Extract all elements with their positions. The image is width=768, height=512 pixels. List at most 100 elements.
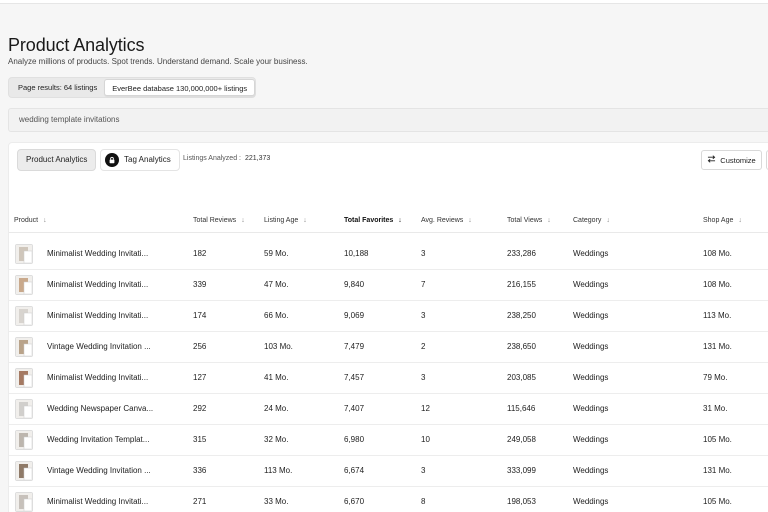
listing-age-cell: 33 Mo. xyxy=(264,497,289,506)
product-name-cell[interactable]: Minimalist Wedding Invitati... xyxy=(47,497,148,506)
col-total-views[interactable]: Total Views ↓ xyxy=(507,217,551,224)
col-product[interactable]: Product ↓ xyxy=(14,217,47,224)
category-cell: Weddings xyxy=(573,280,609,289)
sort-arrow-icon: ↓ xyxy=(468,217,472,224)
avg-reviews-cell: 2 xyxy=(421,342,426,351)
total-favorites-cell: 9,069 xyxy=(344,311,365,320)
total-views-cell: 115,646 xyxy=(507,404,536,413)
product-thumbnail[interactable] xyxy=(15,430,33,450)
table-row[interactable]: Minimalist Wedding Invitati... 127 41 Mo. 7… xyxy=(9,363,768,394)
category-cell: Weddings xyxy=(573,435,609,444)
product-name-cell[interactable]: Minimalist Wedding Invitati... xyxy=(47,280,148,289)
product-thumbnail[interactable] xyxy=(15,461,33,481)
category-cell: Weddings xyxy=(573,466,609,475)
sort-arrow-icon: ↓ xyxy=(241,217,245,224)
total-favorites-cell: 6,980 xyxy=(344,435,365,444)
product-thumbnail[interactable] xyxy=(15,275,33,295)
total-views-cell: 198,053 xyxy=(507,497,536,506)
col-avg-reviews[interactable]: Avg. Reviews ↓ xyxy=(421,217,472,224)
avg-reviews-cell: 8 xyxy=(421,497,426,506)
total-favorites-cell: 7,479 xyxy=(344,342,365,351)
results-mode-toggle: Page results: 64 listings EverBee databa… xyxy=(8,77,256,98)
table-row[interactable]: Minimalist Wedding Invitati... 271 33 Mo. 6… xyxy=(9,487,768,512)
tab-tag-analytics[interactable]: Tag Analytics xyxy=(100,149,180,171)
listings-analyzed: Listings Analyzed :221,373 xyxy=(183,155,270,162)
total-views-cell: 238,650 xyxy=(507,342,536,351)
product-name-cell[interactable]: Minimalist Wedding Invitati... xyxy=(47,373,148,382)
col-category[interactable]: Category ↓ xyxy=(573,217,610,224)
product-name-cell[interactable]: Minimalist Wedding Invitati... xyxy=(47,311,148,320)
total-favorites-cell: 9,840 xyxy=(344,280,365,289)
sort-arrow-icon: ↓ xyxy=(43,217,47,224)
listings-analyzed-label: Listings Analyzed : xyxy=(183,155,241,162)
product-thumbnail[interactable] xyxy=(15,492,33,512)
category-cell: Weddings xyxy=(573,404,609,413)
listing-age-cell: 66 Mo. xyxy=(264,311,289,320)
shop-age-cell: 108 Mo. xyxy=(703,249,732,258)
category-cell: Weddings xyxy=(573,311,609,320)
product-thumbnail[interactable] xyxy=(15,399,33,419)
category-cell: Weddings xyxy=(573,497,609,506)
table-row[interactable]: Wedding Invitation Templat... 315 32 Mo. 6,… xyxy=(9,425,768,456)
total-reviews-cell: 127 xyxy=(193,373,207,382)
shop-age-cell: 113 Mo. xyxy=(703,311,732,320)
table-header: Product ↓ Total Reviews ↓ Listing Age ↓ Tot… xyxy=(9,213,768,233)
product-name-cell[interactable]: Vintage Wedding Invitation ... xyxy=(47,342,151,351)
table-row[interactable]: Minimalist Wedding Invitati... 182 59 Mo. 1… xyxy=(9,239,768,270)
search-input[interactable]: wedding template invitations xyxy=(8,108,768,132)
sort-arrow-icon: ↓ xyxy=(606,217,610,224)
col-total-favorites[interactable]: Total Favorites ↓ xyxy=(344,217,402,224)
listing-age-cell: 59 Mo. xyxy=(264,249,289,258)
total-views-cell: 216,155 xyxy=(507,280,536,289)
total-views-cell: 203,085 xyxy=(507,373,536,382)
tab-tag-analytics-label: Tag Analytics xyxy=(124,155,171,164)
total-reviews-cell: 339 xyxy=(193,280,207,289)
avg-reviews-cell: 12 xyxy=(421,404,430,413)
category-cell: Weddings xyxy=(573,373,609,382)
sort-arrow-icon: ↓ xyxy=(738,217,742,224)
table-row[interactable]: Minimalist Wedding Invitati... 339 47 Mo. 9… xyxy=(9,270,768,301)
sort-arrow-icon: ↓ xyxy=(398,217,402,224)
page-subtitle: Analyze millions of products. Spot trend… xyxy=(8,57,308,66)
customize-button[interactable]: Customize xyxy=(701,150,762,170)
tab-product-analytics[interactable]: Product Analytics xyxy=(17,149,97,171)
total-reviews-cell: 256 xyxy=(193,342,207,351)
total-reviews-cell: 336 xyxy=(193,466,207,475)
table-row[interactable]: Vintage Wedding Invitation ... 336 113 Mo.… xyxy=(9,456,768,487)
everbee-database-button[interactable]: EverBee database 130,000,000+ listings xyxy=(104,79,256,96)
col-shop-age[interactable]: Shop Age ↓ xyxy=(703,217,742,224)
total-favorites-cell: 6,670 xyxy=(344,497,365,506)
product-name-cell[interactable]: Vintage Wedding Invitation ... xyxy=(47,466,151,475)
product-name-cell[interactable]: Wedding Invitation Templat... xyxy=(47,435,149,444)
product-thumbnail[interactable] xyxy=(15,244,33,264)
total-favorites-cell: 7,457 xyxy=(344,373,365,382)
shop-age-cell: 105 Mo. xyxy=(703,497,732,506)
total-views-cell: 249,058 xyxy=(507,435,536,444)
total-reviews-cell: 292 xyxy=(193,404,207,413)
table-row[interactable]: Vintage Wedding Invitation ... 256 103 Mo.… xyxy=(9,332,768,363)
shop-age-cell: 79 Mo. xyxy=(703,373,728,382)
category-cell: Weddings xyxy=(573,249,609,258)
product-name-cell[interactable]: Wedding Newspaper Canva... xyxy=(47,404,153,413)
shop-age-cell: 105 Mo. xyxy=(703,435,732,444)
shop-age-cell: 108 Mo. xyxy=(703,280,732,289)
product-thumbnail[interactable] xyxy=(15,337,33,357)
product-name-cell[interactable]: Minimalist Wedding Invitati... xyxy=(47,249,148,258)
category-cell: Weddings xyxy=(573,342,609,351)
col-listing-age[interactable]: Listing Age ↓ xyxy=(264,217,307,224)
table-row[interactable]: Wedding Newspaper Canva... 292 24 Mo. 7,407… xyxy=(9,394,768,425)
product-thumbnail[interactable] xyxy=(15,368,33,388)
product-thumbnail[interactable] xyxy=(15,306,33,326)
col-total-reviews[interactable]: Total Reviews ↓ xyxy=(193,217,245,224)
avg-reviews-cell: 3 xyxy=(421,311,426,320)
total-views-cell: 238,250 xyxy=(507,311,536,320)
listing-age-cell: 24 Mo. xyxy=(264,404,289,413)
top-bar xyxy=(0,0,768,4)
listing-age-cell: 47 Mo. xyxy=(264,280,289,289)
avg-reviews-cell: 3 xyxy=(421,249,426,258)
total-views-cell: 233,286 xyxy=(507,249,536,258)
total-reviews-cell: 182 xyxy=(193,249,207,258)
page-results-button[interactable]: Page results: 64 listings xyxy=(11,79,104,96)
avg-reviews-cell: 10 xyxy=(421,435,430,444)
table-row[interactable]: Minimalist Wedding Invitati... 174 66 Mo. 9… xyxy=(9,301,768,332)
